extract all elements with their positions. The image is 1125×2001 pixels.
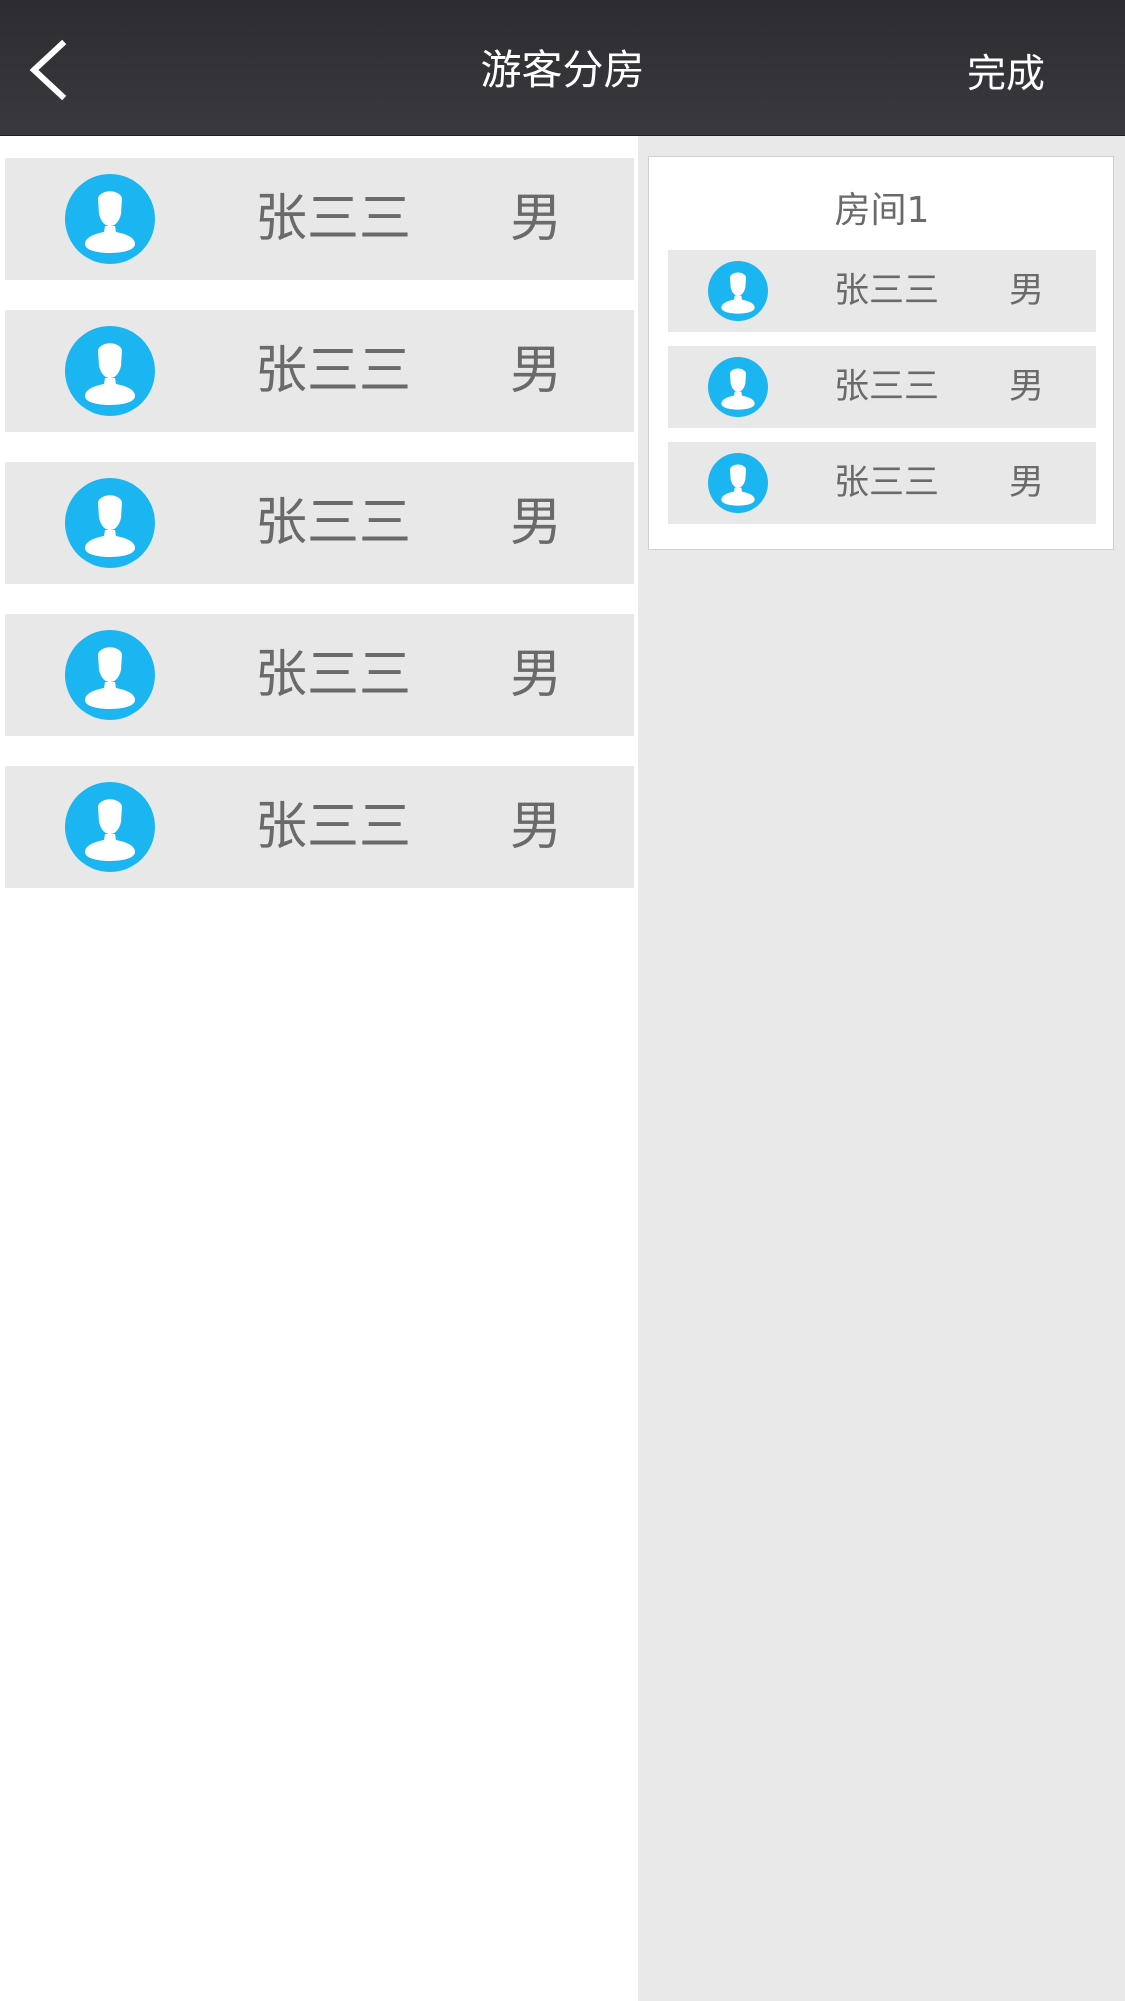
user-avatar-icon <box>708 261 768 321</box>
member-gender: 男 <box>1009 367 1045 407</box>
member-name: 张三三 <box>834 463 940 503</box>
user-avatar-icon <box>65 478 155 568</box>
guest-row[interactable]: 张三三 男 <box>5 462 634 584</box>
room-member-row[interactable]: 张三三 男 <box>668 442 1096 524</box>
guest-gender: 男 <box>510 797 563 857</box>
member-gender: 男 <box>1009 463 1045 503</box>
room-member-row[interactable]: 张三三 男 <box>668 346 1096 428</box>
guest-name: 张三三 <box>255 645 412 705</box>
guest-name: 张三三 <box>255 189 412 249</box>
room-card[interactable]: 房间1 张三三 男 张三三 男 张三三 男 <box>648 156 1114 550</box>
user-avatar-icon <box>65 174 155 264</box>
user-avatar-icon <box>65 782 155 872</box>
guest-row[interactable]: 张三三 男 <box>5 614 634 736</box>
guest-gender: 男 <box>510 341 563 401</box>
page-title: 游客分房 <box>480 46 645 94</box>
guest-name: 张三三 <box>255 797 412 857</box>
guest-row[interactable]: 张三三 男 <box>5 766 634 888</box>
user-avatar-icon <box>708 357 768 417</box>
user-avatar-icon <box>65 630 155 720</box>
guest-gender: 男 <box>510 189 563 249</box>
back-button[interactable] <box>18 30 98 110</box>
member-name: 张三三 <box>834 271 940 311</box>
top-navigation-bar: 游客分房 完成 <box>0 0 1125 136</box>
guest-gender: 男 <box>510 493 563 553</box>
member-name: 张三三 <box>834 367 940 407</box>
member-gender: 男 <box>1009 271 1045 311</box>
room-member-row[interactable]: 张三三 男 <box>668 250 1096 332</box>
guest-gender: 男 <box>510 645 563 705</box>
guest-name: 张三三 <box>255 493 412 553</box>
user-avatar-icon <box>708 453 768 513</box>
guest-row[interactable]: 张三三 男 <box>5 310 634 432</box>
chevron-left-icon <box>29 39 67 101</box>
user-avatar-icon <box>65 326 155 416</box>
room-title: 房间1 <box>834 190 930 231</box>
done-button[interactable]: 完成 <box>967 40 1045 110</box>
guest-name: 张三三 <box>255 341 412 401</box>
guest-row[interactable]: 张三三 男 <box>5 158 634 280</box>
